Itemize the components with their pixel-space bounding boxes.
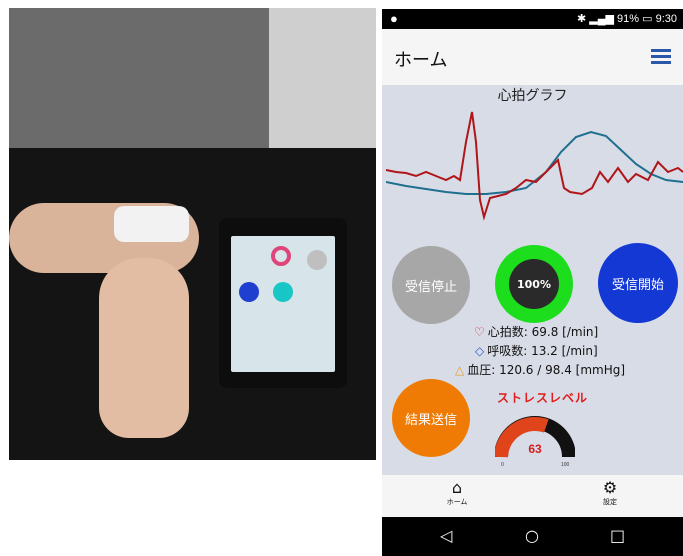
- clock: 9:30: [655, 13, 677, 25]
- diamond-icon: ◇: [475, 344, 485, 358]
- blood-pressure-text: 血圧: 120.6 / 98.4 [mmHg]: [467, 363, 626, 377]
- stress-label: ストレスレベル: [497, 391, 589, 405]
- battery-icon: ▭: [642, 13, 653, 25]
- home-circle-icon[interactable]: ○: [525, 526, 539, 545]
- photo-tablet-gauge: [271, 246, 291, 266]
- bluetooth-icon: ✱: [576, 13, 587, 25]
- app-bar: ホーム: [382, 29, 683, 85]
- photo-tablet-ring: [273, 282, 293, 302]
- phone-screen: ● ✱ ▂▄▆ 91% ▭ 9:30 ホーム 心拍グラフ 受信停止 100% 受…: [382, 9, 683, 556]
- heart-rate-row: ♡ 心拍数: 69.8 [/min]: [474, 323, 598, 340]
- send-results-button[interactable]: 結果送信: [392, 379, 470, 457]
- stress-value: 63: [528, 442, 542, 456]
- stop-receiving-button[interactable]: 受信停止: [392, 246, 470, 324]
- stress-gauge: 63 0 100: [495, 416, 575, 467]
- photo-tablet-button: [239, 282, 259, 302]
- respiration-row: ◇ 呼吸数: 13.2 [/min]: [475, 342, 598, 359]
- stress-max: 100: [561, 462, 570, 467]
- bottom-nav: ⌂ ホーム ⚙ 設定: [382, 475, 683, 517]
- nav-settings[interactable]: ⚙ 設定: [570, 479, 650, 507]
- nav-home-label: ホーム: [446, 498, 468, 506]
- stress-min: 0: [501, 462, 504, 467]
- status-bar: ● ✱ ▂▄▆ 91% ▭ 9:30: [382, 9, 683, 29]
- photo-hand: [99, 258, 189, 438]
- progress-label: 100%: [509, 259, 559, 309]
- signal-icon: ▂▄▆: [589, 13, 614, 25]
- battery-text: 91%: [617, 13, 640, 25]
- nav-home[interactable]: ⌂ ホーム: [417, 479, 497, 507]
- gear-icon: ⚙: [602, 478, 618, 497]
- photo-wearable-device: [114, 206, 189, 242]
- home-icon: ⌂: [451, 478, 463, 497]
- photo-tablet-screen: [231, 236, 335, 372]
- system-nav-bar: ◁ ○ □: [382, 517, 683, 556]
- notification-icon: ●: [390, 11, 398, 26]
- respiration-text: 呼吸数: 13.2 [/min]: [487, 344, 598, 358]
- start-receiving-button[interactable]: 受信開始: [598, 243, 678, 323]
- back-icon[interactable]: ◁: [440, 526, 452, 545]
- nav-settings-label: 設定: [603, 498, 617, 506]
- menu-icon[interactable]: [651, 49, 671, 65]
- heart-rate-graph: [386, 111, 683, 221]
- blood-pressure-row: △ 血圧: 120.6 / 98.4 [mmHg]: [455, 361, 625, 378]
- heart-icon: ♡: [474, 325, 485, 339]
- progress-ring: 100%: [495, 245, 573, 323]
- drop-icon: △: [455, 363, 465, 377]
- resp-wave: [386, 130, 683, 195]
- photo-tablet-button: [307, 250, 327, 270]
- heart-rate-text: 心拍数: 69.8 [/min]: [487, 325, 599, 339]
- photo-sleeve: [9, 8, 269, 153]
- status-right: ✱ ▂▄▆ 91% ▭ 9:30: [577, 12, 677, 25]
- page-title: ホーム: [394, 50, 448, 71]
- recents-icon[interactable]: □: [610, 526, 625, 545]
- wearable-photo: [9, 8, 376, 460]
